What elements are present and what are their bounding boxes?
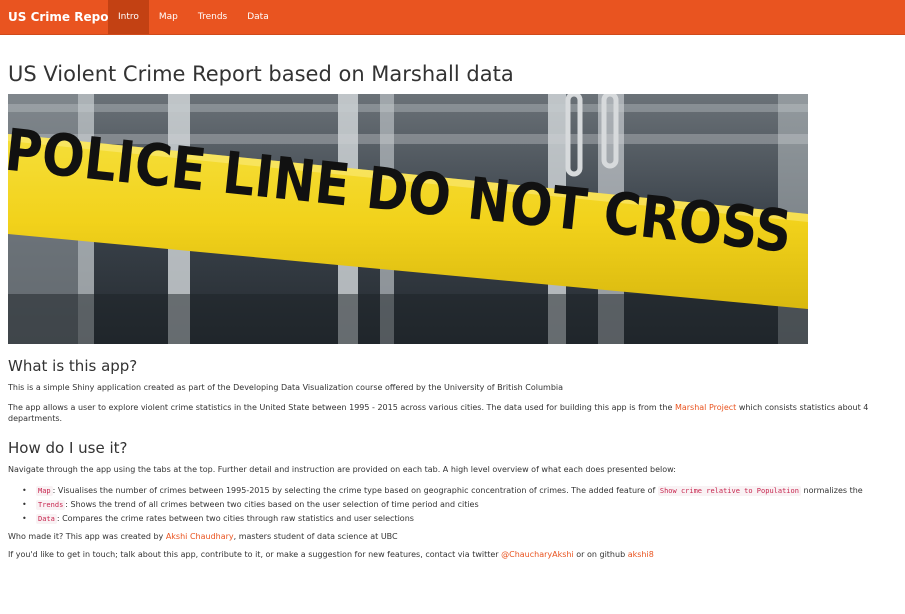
list-item-trends: Trends: Shows the trend of all crimes be… [22, 498, 863, 512]
map-code: Map [36, 486, 53, 496]
data-code: Data [36, 514, 57, 524]
tab-map[interactable]: Map [149, 0, 188, 34]
feature-list: Map: Visualises the number of crimes bet… [22, 484, 863, 526]
who-paragraph: Who made it? This app was created by Aks… [8, 532, 398, 541]
trends-code: Trends [36, 500, 66, 510]
what-paragraph-2: The app allows a user to explore violent… [8, 403, 869, 423]
list-item-data: Data: Compares the crime rates between t… [22, 512, 863, 526]
github-link[interactable]: akshi8 [628, 550, 654, 559]
what-paragraph-1: This is a simple Shiny application creat… [8, 383, 564, 392]
twitter-link[interactable]: @ChaucharyAkshi [501, 550, 574, 559]
how-heading: How do I use it? [8, 439, 128, 457]
marshall-project-link[interactable]: Marshal Project [675, 403, 736, 412]
brand-title[interactable]: US Crime Report [8, 0, 120, 35]
navbar: US Crime Report Intro Map Trends Data [0, 0, 905, 35]
tab-intro[interactable]: Intro [108, 0, 149, 34]
page-title: US Violent Crime Report based on Marshal… [8, 62, 514, 86]
show-crime-code: Show crime relative to Population [657, 486, 801, 496]
how-intro: Navigate through the app using the tabs … [8, 465, 676, 474]
tab-trends[interactable]: Trends [188, 0, 237, 34]
contact-paragraph: If you'd like to get in touch; talk abou… [8, 550, 654, 559]
nav-tabs: Intro Map Trends Data [108, 0, 279, 34]
police-tape-image: POLICE LINE DO NOT CROSS [8, 94, 808, 344]
list-item-map: Map: Visualises the number of crimes bet… [22, 484, 863, 498]
author-link[interactable]: Akshi Chaudhary [166, 532, 234, 541]
what-heading: What is this app? [8, 357, 138, 375]
hero-image: POLICE LINE DO NOT CROSS [8, 94, 808, 344]
tab-data[interactable]: Data [237, 0, 279, 34]
